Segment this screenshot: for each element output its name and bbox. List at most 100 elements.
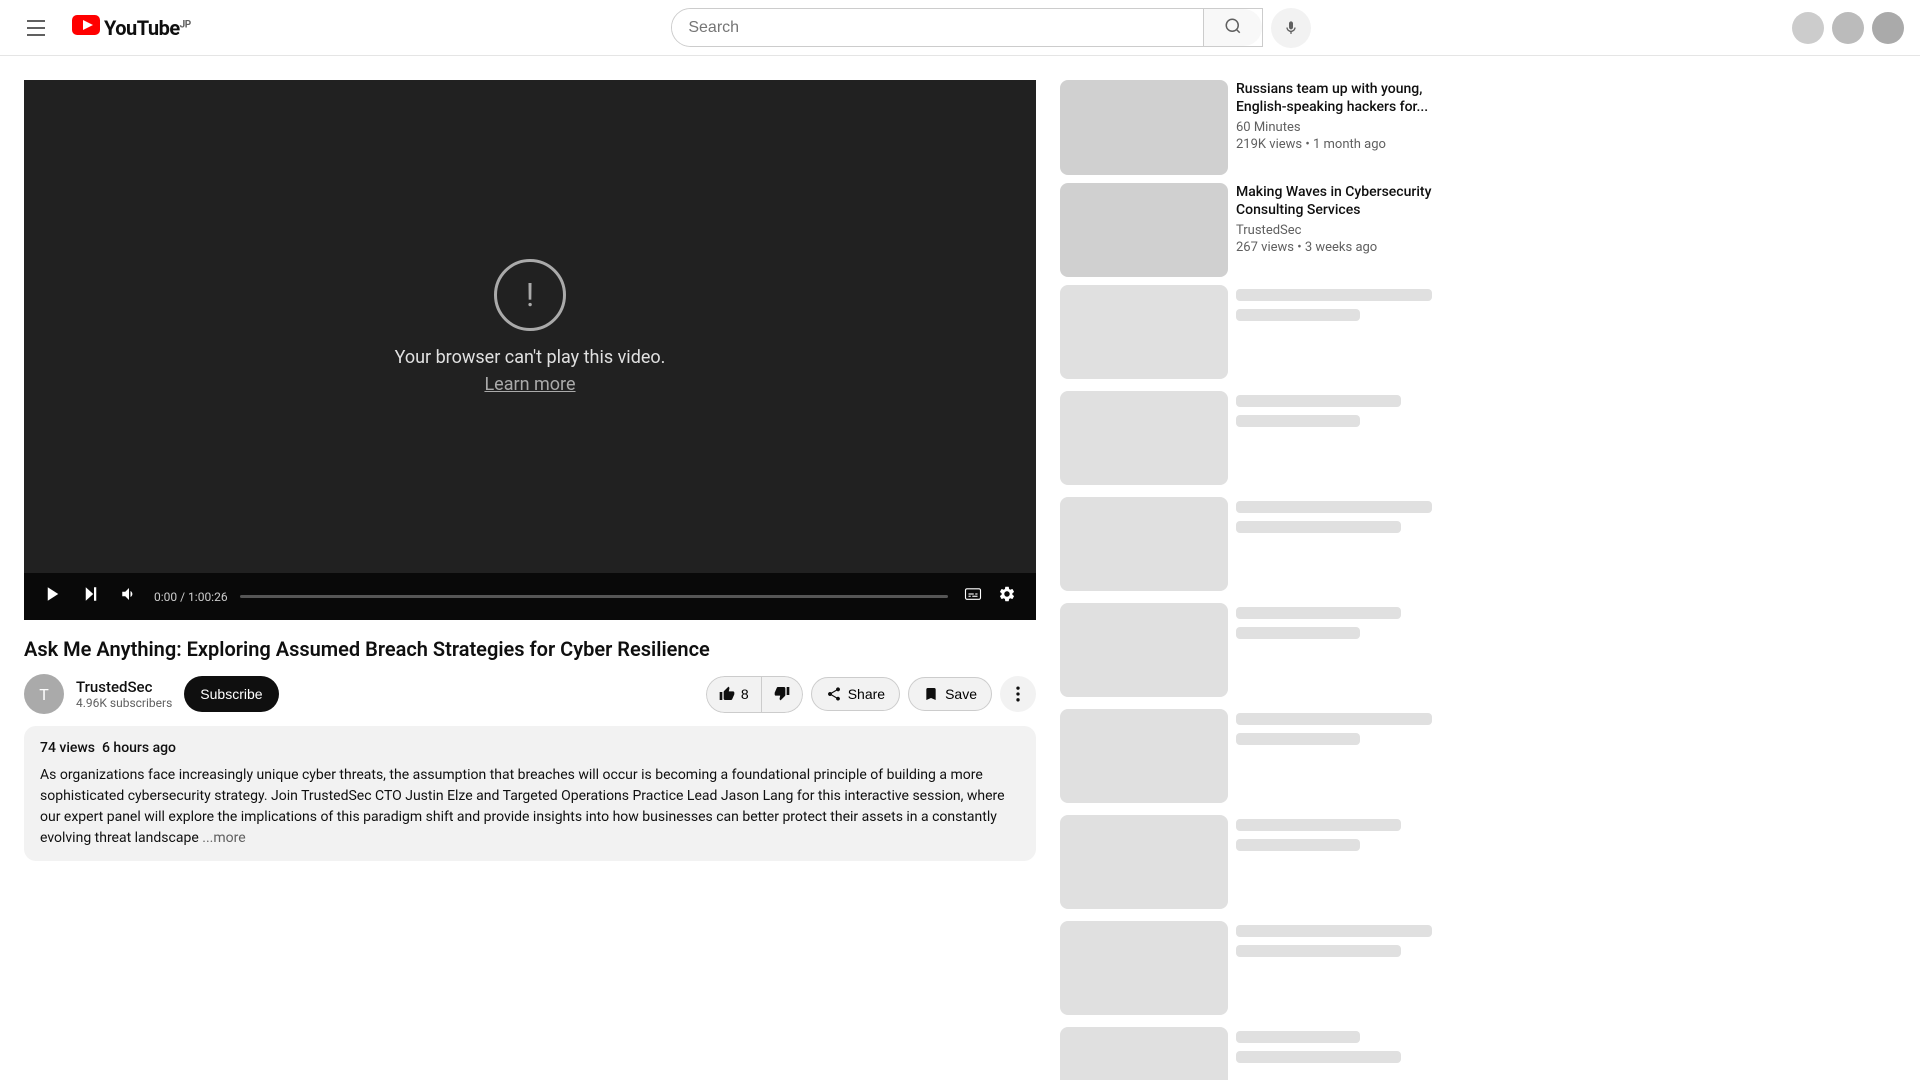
sidebar-loading-info — [1236, 921, 1442, 1015]
video-controls: 0:00 / 1:00:26 — [24, 573, 1036, 620]
youtube-logo-icon — [72, 15, 100, 40]
placeholder-line — [1236, 1031, 1360, 1043]
sidebar-item-channel: TrustedSec — [1236, 223, 1442, 238]
sidebar-loading-item — [1060, 285, 1442, 379]
sidebar-loading-info — [1236, 603, 1442, 697]
sidebar-item-channel: 60 Minutes — [1236, 120, 1442, 135]
sidebar-item-title: Russians team up with young, English-spe… — [1236, 80, 1442, 116]
placeholder-line — [1236, 309, 1360, 321]
subtitles-button[interactable] — [960, 581, 986, 612]
sidebar-loading-item — [1060, 921, 1442, 1015]
youtube-wordmark: YouTubeJP — [104, 16, 191, 40]
sidebar-loading-thumbnail — [1060, 497, 1228, 591]
sidebar-loading-item — [1060, 815, 1442, 909]
sidebar-loading-thumbnail — [1060, 921, 1228, 1015]
sidebar-loading-item — [1060, 709, 1442, 803]
share-button[interactable]: Share — [811, 677, 900, 711]
sidebar-loading-thumbnail — [1060, 603, 1228, 697]
placeholder-line — [1236, 395, 1401, 407]
search-area — [671, 8, 1311, 48]
play-button[interactable] — [40, 581, 66, 612]
description-text: As organizations face increasingly uniqu… — [40, 765, 1020, 849]
placeholder-line — [1236, 627, 1360, 639]
description-meta: 74 views 6 hours ago — [40, 738, 1020, 759]
channel-subscribers: 4.96K subscribers — [76, 696, 172, 710]
sidebar-loading-thumbnail — [1060, 709, 1228, 803]
page-body: ! Your browser can't play this video. Le… — [0, 0, 1920, 1080]
placeholder-line — [1236, 415, 1360, 427]
search-input[interactable] — [672, 9, 1203, 46]
video-main-area: ! Your browser can't play this video. Le… — [24, 80, 1036, 573]
header-left: YouTubeJP — [16, 8, 191, 48]
placeholder-line — [1236, 819, 1401, 831]
header: YouTubeJP — [0, 0, 1920, 56]
user-avatar-3[interactable] — [1872, 12, 1904, 44]
sidebar-loading-thumbnail — [1060, 285, 1228, 379]
error-text-area: Your browser can't play this video. Lear… — [395, 347, 666, 395]
placeholder-line — [1236, 733, 1360, 745]
user-avatar-1[interactable] — [1792, 12, 1824, 44]
action-buttons: 8 Share Save — [706, 676, 1036, 713]
like-button[interactable]: 8 — [706, 676, 762, 713]
search-button[interactable] — [1203, 9, 1262, 46]
sidebar-item-meta: 267 views • 3 weeks ago — [1236, 240, 1442, 255]
sidebar-item-title: Making Waves in Cybersecurity Consulting… — [1236, 183, 1442, 219]
channel-name[interactable]: TrustedSec — [76, 678, 172, 696]
subscribe-button[interactable]: Subscribe — [184, 676, 278, 712]
placeholder-line — [1236, 945, 1401, 957]
placeholder-line — [1236, 1051, 1401, 1063]
video-title: Ask Me Anything: Exploring Assumed Breac… — [24, 636, 1036, 662]
channel-avatar[interactable]: T — [24, 674, 64, 714]
channel-left: T TrustedSec 4.96K subscribers Subscribe — [24, 674, 279, 714]
time-display: 0:00 / 1:00:26 — [154, 590, 228, 604]
settings-button[interactable] — [994, 581, 1020, 612]
hamburger-menu-button[interactable] — [16, 8, 56, 48]
error-icon: ! — [494, 259, 566, 331]
mute-button[interactable] — [116, 581, 142, 612]
search-bar — [671, 8, 1263, 47]
like-dislike-group: 8 — [706, 676, 803, 713]
error-message: Your browser can't play this video. — [395, 347, 666, 368]
sidebar-loading-thumbnail — [1060, 391, 1228, 485]
sidebar-loading-info — [1236, 391, 1442, 485]
sidebar-loading-info — [1236, 285, 1442, 379]
save-button[interactable]: Save — [908, 677, 992, 711]
sidebar-loading-item — [1060, 497, 1442, 591]
voice-search-button[interactable] — [1271, 8, 1311, 48]
controls-right — [960, 581, 1020, 612]
channel-info: TrustedSec 4.96K subscribers — [76, 678, 172, 710]
main-content: ! Your browser can't play this video. Le… — [0, 56, 1060, 1080]
sidebar-item[interactable]: Making Waves in Cybersecurity Consulting… — [1060, 183, 1442, 278]
channel-row: T TrustedSec 4.96K subscribers Subscribe… — [24, 674, 1036, 714]
placeholder-line — [1236, 289, 1432, 301]
dislike-button[interactable] — [762, 676, 803, 713]
sidebar-thumbnail — [1060, 80, 1228, 175]
placeholder-line — [1236, 501, 1432, 513]
placeholder-line — [1236, 925, 1432, 937]
sidebar-thumbnail — [1060, 183, 1228, 278]
more-options-button[interactable] — [1000, 676, 1036, 712]
sidebar-item-info: Making Waves in Cybersecurity Consulting… — [1236, 183, 1442, 278]
sidebar-loading-info — [1236, 709, 1442, 803]
description-more[interactable]: ...more — [202, 830, 245, 846]
sidebar-loading-thumbnail — [1060, 815, 1228, 909]
sidebar-loading-item — [1060, 391, 1442, 485]
sidebar-loading-thumbnail — [1060, 1027, 1228, 1080]
placeholder-line — [1236, 521, 1401, 533]
user-avatar-2[interactable] — [1832, 12, 1864, 44]
sidebar-item[interactable]: Russians team up with young, English-spe… — [1060, 80, 1442, 175]
header-right — [1792, 12, 1904, 44]
sidebar: Russians team up with young, English-spe… — [1060, 56, 1462, 1080]
youtube-logo[interactable]: YouTubeJP — [72, 15, 191, 40]
sidebar-item-meta: 219K views • 1 month ago — [1236, 137, 1442, 152]
next-button[interactable] — [78, 581, 104, 612]
like-count: 8 — [741, 686, 749, 702]
sidebar-item-info: Russians team up with young, English-spe… — [1236, 80, 1442, 175]
video-player: ! Your browser can't play this video. Le… — [24, 80, 1036, 620]
learn-more-link[interactable]: Learn more — [484, 374, 575, 395]
sidebar-loading-item — [1060, 603, 1442, 697]
progress-bar[interactable] — [240, 595, 948, 598]
description-box[interactable]: 74 views 6 hours ago As organizations fa… — [24, 726, 1036, 861]
placeholder-line — [1236, 839, 1360, 851]
placeholder-line — [1236, 713, 1432, 725]
